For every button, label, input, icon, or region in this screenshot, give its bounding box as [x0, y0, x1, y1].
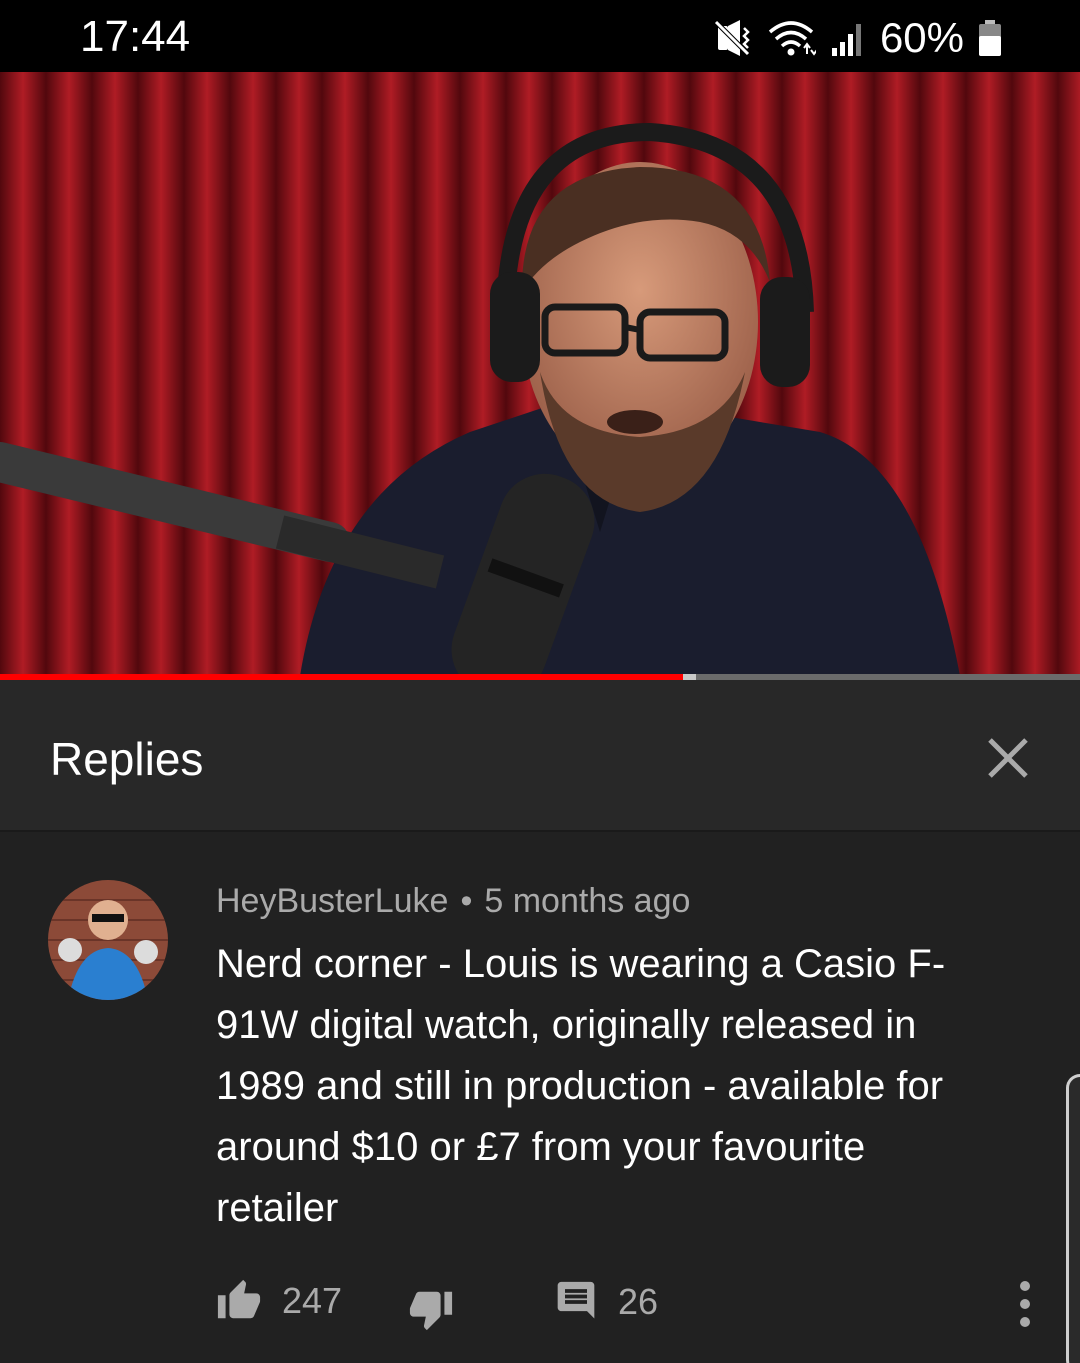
meta-separator: • [460, 882, 473, 920]
comment-author[interactable]: HeyBusterLuke [216, 882, 448, 920]
video-player[interactable] [0, 72, 1080, 676]
status-time: 17:44 [80, 12, 191, 61]
comment: HeyBusterLuke • 5 months ago Nerd corner -… [0, 834, 1080, 1363]
avatar-image [48, 880, 168, 1000]
replies-header: Replies [0, 680, 1080, 832]
dislike-button[interactable] [408, 1286, 454, 1332]
comment-icon [557, 1281, 595, 1319]
comment-actions: 247 26 [0, 1274, 1080, 1334]
reply-count: 26 [618, 1281, 659, 1322]
signal-icon [830, 18, 866, 58]
comment-text: Nerd corner - Louis is wearing a Casio F… [216, 942, 946, 1230]
wifi-icon [766, 18, 816, 58]
close-icon [988, 738, 1028, 778]
replies-title: Replies [50, 733, 204, 785]
comment-time: 5 months ago [484, 882, 691, 920]
like-count: 247 [282, 1280, 343, 1321]
more-vertical-icon [1020, 1281, 1030, 1327]
like-button[interactable]: 247 [216, 1278, 342, 1324]
thumbs-up-icon [217, 1279, 261, 1319]
mute-vibrate-icon [712, 18, 752, 58]
close-button[interactable] [976, 726, 1040, 790]
thumbs-down-icon [409, 1291, 453, 1331]
status-icons: 60% [712, 14, 1002, 62]
more-options-button[interactable] [1008, 1276, 1042, 1332]
battery-percent: 60% [879, 14, 964, 61]
avatar[interactable] [48, 880, 168, 1000]
battery-icon [978, 18, 1002, 58]
comment-meta: HeyBusterLuke • 5 months ago [216, 882, 690, 921]
status-bar: 17:44 60% [0, 0, 1080, 72]
video-frame [0, 72, 1080, 676]
reply-button[interactable]: 26 [554, 1278, 658, 1326]
scroll-handle[interactable] [1066, 1074, 1080, 1363]
